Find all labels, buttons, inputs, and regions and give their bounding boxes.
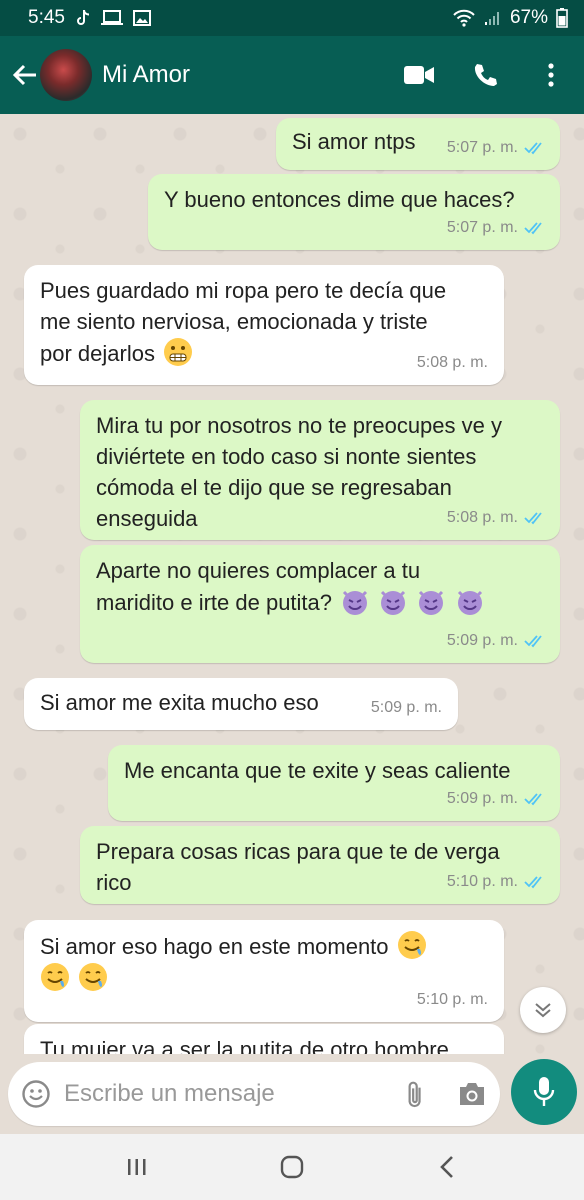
message-outgoing[interactable]: Aparte no quieres complacer a tu maridit… [80,545,560,663]
message-time: 5:07 p. m. [446,219,518,236]
laptop-icon [100,10,123,26]
read-ticks-icon [524,875,542,888]
drooling-face-icon [41,963,69,991]
message-time: 5:10 p. m. [446,873,518,890]
message-outgoing[interactable]: Y bueno entonces dime que haces? 5:07 p.… [148,174,560,250]
message-time: 5:09 p. m. [446,632,518,649]
grimacing-face-icon [164,338,193,366]
battery-icon [556,8,568,28]
smiling-face-with-horns-icon [457,590,482,615]
more-options-button[interactable] [518,45,584,105]
read-ticks-icon [524,141,542,154]
message-text: Si amor ntps [292,129,416,154]
voice-call-button[interactable] [452,45,518,105]
message-time: 5:09 p. m. [446,790,518,807]
mic-button[interactable] [511,1059,577,1125]
read-ticks-icon [524,634,542,647]
message-line: por dejarlos [40,341,155,366]
drooling-face-icon [397,931,426,959]
status-time: 5:45 [28,7,65,28]
signal-icon [484,10,502,26]
avatar[interactable] [40,49,92,101]
message-incoming[interactable]: Si amor me exita mucho eso 5:09 p. m. [24,678,458,730]
contact-name[interactable]: Mi Amor [102,61,190,89]
composer-bar: Escribe un mensaje [0,1054,584,1134]
emoji-icon[interactable] [8,1062,64,1126]
message-text: Y bueno entonces dime que haces? [164,187,515,212]
message-incoming[interactable]: Pues guardado mi ropa pero te decía que … [24,265,504,385]
system-nav-bar [0,1134,584,1200]
smiling-face-with-horns-icon [381,590,406,615]
attach-icon[interactable] [388,1062,444,1126]
drooling-face-icon [79,963,108,991]
message-outgoing[interactable]: Me encanta que te exite y seas caliente … [108,745,560,821]
message-line: Mira tu por nosotros no te preocupes ve … [96,413,502,438]
message-line: Aparte no quieres complacer a tu [96,558,421,583]
back-button[interactable] [6,55,44,95]
message-time: 5:10 p. m. [416,991,488,1008]
message-time: 5:08 p. m. [446,509,518,526]
camera-icon[interactable] [444,1062,500,1126]
smiling-face-with-horns-icon [419,590,444,615]
smiling-face-with-horns-icon [343,590,368,615]
scroll-to-bottom-button[interactable] [520,987,566,1033]
message-placeholder[interactable]: Escribe un mensaje [64,1080,388,1108]
battery-percent: 67% [509,7,548,28]
read-ticks-icon [524,511,542,524]
message-text: Me encanta que te exite y seas caliente [124,758,511,783]
read-ticks-icon [524,221,542,234]
message-text: Si amor me exita mucho eso [40,690,319,715]
message-time: 5:08 p. m. [416,354,488,371]
message-input[interactable]: Escribe un mensaje [8,1062,500,1126]
message-line: Prepara cosas ricas para que te de verga [96,839,500,864]
message-incoming[interactable]: Si amor eso hago en este momento 5:10 p.… [24,920,504,1022]
back-nav-button[interactable] [417,1142,477,1192]
message-line: diviértete en todo caso si nonte sientes [96,444,477,469]
message-list[interactable]: Si amor ntps 5:07 p. m. Y bueno entonces… [0,114,584,1054]
chat-header: Mi Amor [0,36,584,114]
message-line: cómoda el te dijo que se regresaban [96,475,452,500]
recent-apps-button[interactable] [107,1142,167,1192]
message-time: 5:07 p. m. [446,139,518,156]
message-time: 5:09 p. m. [370,699,442,716]
message-incoming[interactable]: Tu mujer va a ser la putita de otro homb… [24,1024,504,1054]
message-line: maridito e irte de putita? [96,590,333,615]
message-line: me siento nerviosa, emocionada y triste [40,309,428,334]
message-outgoing[interactable]: Prepara cosas ricas para que te de verga… [80,826,560,904]
message-line: Pues guardado mi ropa pero te decía que [40,278,447,303]
gallery-icon [132,10,151,26]
status-bar: 5:45 67% [0,0,584,36]
video-call-button[interactable] [386,45,452,105]
message-outgoing[interactable]: Mira tu por nosotros no te preocupes ve … [80,400,560,540]
tiktok-icon [75,9,91,27]
message-text: Si amor eso hago en este momento [40,934,389,959]
read-ticks-icon [524,792,542,805]
home-button[interactable] [262,1142,322,1192]
message-outgoing[interactable]: Si amor ntps 5:07 p. m. [276,118,560,170]
wifi-icon [452,9,476,27]
message-text: Tu mujer va a ser la putita de otro homb… [40,1037,449,1054]
